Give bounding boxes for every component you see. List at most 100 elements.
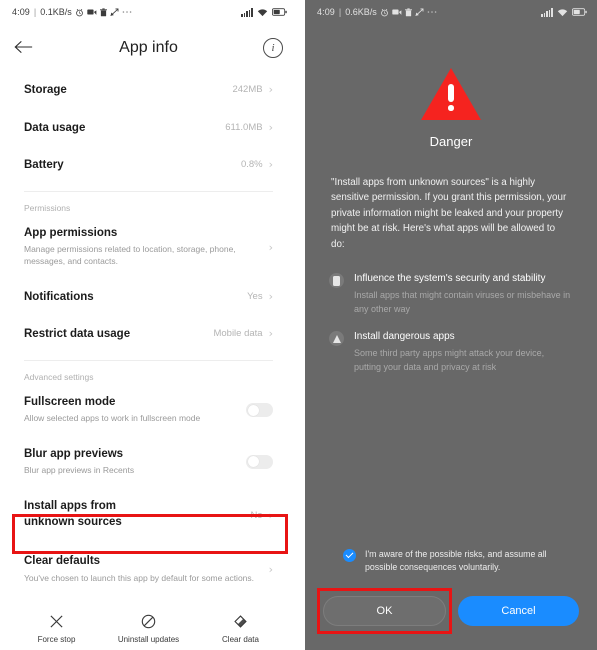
row-title: Blur app previews [24, 447, 124, 460]
row-title: Notifications [24, 290, 94, 303]
row-title-line2: unknown sources [24, 515, 122, 528]
bullet-description: Some third party apps might attack your … [354, 348, 545, 372]
row-right [236, 454, 273, 469]
app-bar: App info i [0, 24, 297, 72]
consent-row: I'm aware of the possible risks, and ass… [305, 548, 597, 574]
list-item-notifications[interactable]: Notifications Yes › [24, 279, 273, 317]
info-icon[interactable]: i [263, 38, 283, 58]
row-right: › [259, 563, 273, 575]
row-main: Clear defaults You've chosen to launch t… [24, 554, 259, 584]
status-bar-right-group [541, 8, 587, 17]
row-value: Mobile data [213, 328, 263, 340]
cancel-button[interactable]: Cancel [458, 596, 579, 626]
bullet-text: Install dangerous apps Some third party … [354, 330, 573, 374]
back-arrow-icon[interactable] [14, 39, 40, 58]
bullet-description: Install apps that might contain viruses … [354, 290, 571, 314]
wifi-icon [557, 8, 568, 17]
page-title: App info [119, 39, 178, 56]
row-right: 611.0MB › [215, 121, 273, 133]
danger-hero: Danger [305, 24, 597, 149]
device-security-icon [329, 273, 344, 289]
row-subtitle: Allow selected apps to work in fullscree… [24, 413, 201, 424]
warning-glyph [332, 334, 341, 343]
video-recorder-icon [392, 8, 402, 16]
trash-icon [404, 7, 412, 17]
chevron-right-icon: › [268, 289, 273, 303]
status-bar-left: 4:09 | 0.1KB/s [0, 0, 297, 24]
row-subtitle: You've chosen to launch this app by defa… [24, 572, 255, 583]
settings-list: Storage 242MB › Data usage 611.0MB › Bat… [0, 72, 297, 595]
chevron-right-icon: › [268, 563, 273, 577]
danger-dialog-screen: 4:09 | 0.6KB/s Danger "Install apps from… [305, 0, 597, 650]
status-separator: | [33, 7, 37, 17]
warning-triangle-icon [329, 331, 344, 347]
wifi-icon [257, 8, 268, 17]
row-main: Fullscreen mode Allow selected apps to w… [24, 395, 236, 425]
list-item-install-unknown-sources[interactable]: Install apps from unknown sources No › [24, 487, 273, 543]
share-icon [415, 8, 424, 17]
list-item: Influence the system's security and stab… [329, 272, 573, 316]
status-bar-right-group [241, 8, 287, 17]
list-item-fullscreen-mode[interactable]: Fullscreen mode Allow selected apps to w… [24, 384, 273, 436]
danger-title: Danger [429, 134, 473, 149]
row-right: 0.8% › [231, 158, 273, 170]
row-value: 611.0MB [225, 121, 263, 133]
alarm-icon [380, 8, 389, 17]
exclamation-dot [448, 105, 454, 111]
row-main: Notifications [24, 290, 237, 306]
row-subtitle: Blur app previews in Recents [24, 465, 135, 476]
trash-icon [99, 7, 107, 17]
section-header-advanced-settings: Advanced settings [24, 371, 94, 382]
row-right: › [259, 241, 273, 253]
signal-icon [541, 8, 553, 17]
bullet-text: Influence the system's security and stab… [354, 272, 573, 316]
status-bar-left-group: 4:09 | 0.6KB/s [317, 7, 437, 17]
danger-bullet-list: Influence the system's security and stab… [305, 252, 597, 374]
clear-data-button[interactable]: Clear data [210, 612, 272, 644]
row-title-line1: Install apps from [24, 500, 117, 513]
list-item-data-usage[interactable]: Data usage 611.0MB › [24, 110, 273, 148]
device-glyph [333, 275, 340, 286]
check-icon [345, 550, 354, 559]
toggle-blur-app-previews[interactable] [246, 454, 273, 469]
list-item-blur-app-previews[interactable]: Blur app previews Blur app previews in R… [24, 436, 273, 488]
list-item-app-permissions[interactable]: App permissions Manage permissions relat… [24, 215, 273, 279]
list-item-clear-defaults[interactable]: Clear defaults You've chosen to launch t… [24, 543, 273, 595]
danger-body-text: "Install apps from unknown sources" is a… [331, 177, 567, 250]
app-info-screen: 4:09 | 0.1KB/s App info i Storage 242MB … [0, 0, 297, 650]
row-main: Storage [24, 83, 222, 99]
bullet-heading: Install dangerous apps [354, 331, 455, 343]
exclamation-bar [448, 84, 454, 102]
row-title: App permissions [24, 226, 118, 239]
more-icon [427, 10, 437, 14]
row-title: Battery [24, 159, 64, 172]
row-title: Restrict data usage [24, 328, 131, 341]
consent-checkbox[interactable] [343, 548, 356, 562]
row-value: 242MB [232, 84, 263, 95]
row-value: 0.8% [240, 159, 263, 171]
uninstall-updates-button[interactable]: Uninstall updates [118, 612, 180, 644]
ok-button[interactable]: OK [323, 596, 446, 626]
consent-label: I'm aware of the possible risks, and ass… [365, 548, 547, 572]
row-subtitle: Manage permissions related to location, … [24, 244, 236, 267]
status-separator: | [338, 7, 342, 17]
row-right: 242MB › [222, 83, 273, 95]
list-item-restrict-data-usage[interactable]: Restrict data usage Mobile data › [24, 316, 273, 354]
uninstall-updates-label: Uninstall updates [117, 635, 180, 644]
battery-icon [572, 8, 587, 16]
battery-icon [272, 8, 287, 16]
force-stop-button[interactable]: Force stop [26, 612, 88, 644]
row-main: Battery [24, 158, 231, 174]
list-item-storage[interactable]: Storage 242MB › [24, 72, 273, 110]
status-bar-right: 4:09 | 0.6KB/s [305, 0, 597, 24]
row-main: Restrict data usage [24, 327, 203, 343]
force-stop-label: Force stop [37, 635, 76, 644]
more-icon [122, 10, 132, 14]
section-header-permissions: Permissions [24, 202, 71, 213]
dialog-button-bar: OK Cancel [305, 596, 597, 626]
list-item-battery[interactable]: Battery 0.8% › [24, 147, 273, 185]
row-main: Data usage [24, 121, 215, 137]
toggle-fullscreen-mode[interactable] [246, 403, 273, 418]
status-bar-left-group: 4:09 | 0.1KB/s [12, 7, 132, 17]
share-icon [110, 8, 119, 17]
